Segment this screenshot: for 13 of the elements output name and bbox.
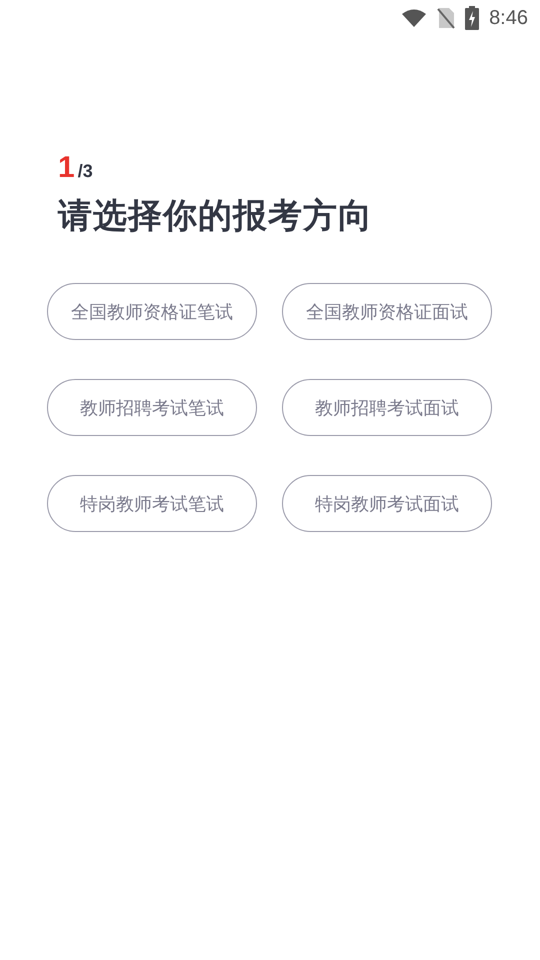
option-button[interactable]: 教师招聘考试笔试: [47, 379, 257, 436]
step-current: 1: [58, 151, 75, 185]
status-time: 8:46: [489, 6, 528, 30]
wifi-icon: [401, 8, 428, 28]
no-sim-icon: [437, 7, 456, 29]
option-button[interactable]: 特岗教师考试笔试: [47, 475, 257, 532]
option-button[interactable]: 教师招聘考试面试: [282, 379, 492, 436]
battery-charging-icon: [465, 6, 480, 30]
page-title: 请选择你的报考方向: [58, 195, 374, 238]
option-button[interactable]: 特岗教师考试面试: [282, 475, 492, 532]
step-total: /3: [78, 161, 93, 182]
option-button[interactable]: 全国教师资格证笔试: [47, 283, 257, 340]
option-button[interactable]: 全国教师资格证面试: [282, 283, 492, 340]
